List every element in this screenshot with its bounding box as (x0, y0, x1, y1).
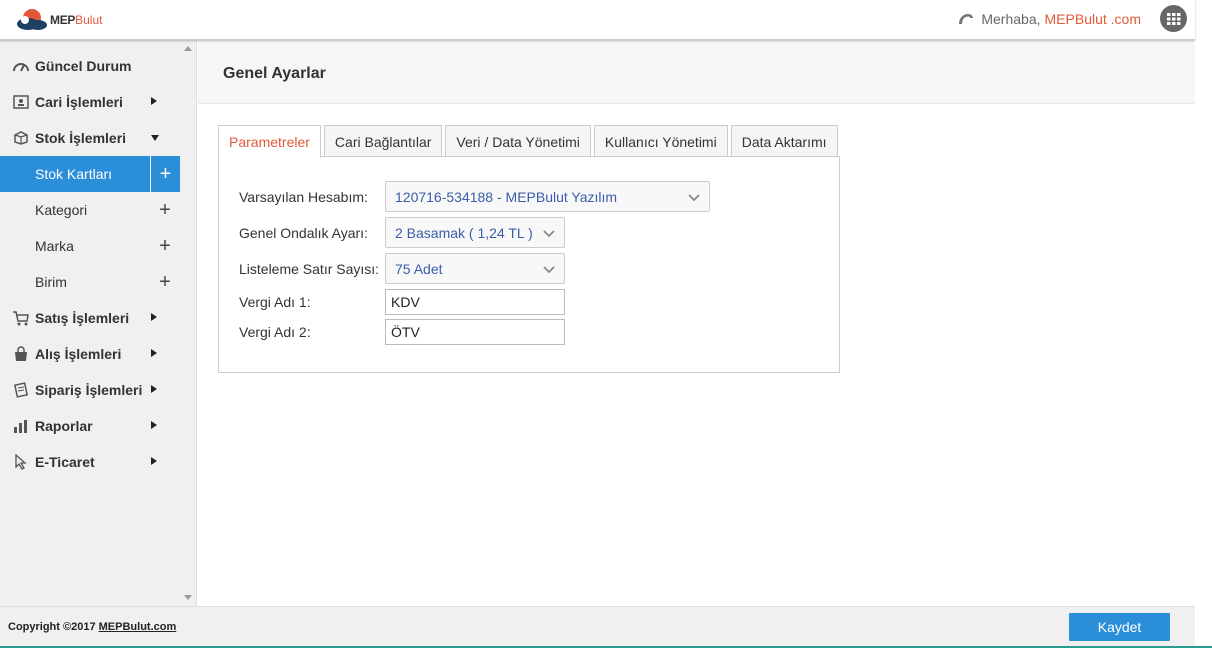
tax1-row: Vergi Adı 1: KDV (239, 289, 565, 315)
nav-stok-islemleri[interactable]: Stok İşlemleri (0, 120, 180, 156)
save-button[interactable]: Kaydet (1069, 613, 1170, 641)
cart-icon (12, 310, 30, 326)
add-stok-karti-button[interactable]: + (150, 156, 180, 192)
subnav-label: Marka (35, 238, 74, 254)
subnav-marka[interactable]: Marka + (0, 228, 180, 264)
settings-tabs: Parametreler Cari Bağlantılar Veri / Dat… (218, 125, 841, 158)
grid-icon (1166, 12, 1180, 25)
caret-down-icon (151, 135, 159, 141)
cloud-logo-icon (17, 9, 47, 30)
chevron-down-icon (688, 194, 700, 202)
default-account-label: Varsayılan Hesabım: (239, 188, 368, 205)
user-greeting[interactable]: Merhaba, MEPBulut .com (957, 11, 1141, 27)
default-account-value: 120716-534188 - MEPBulut Yazılım (395, 188, 618, 205)
user-name: MEPBulut .com (1044, 11, 1141, 27)
tab-parametreler[interactable]: Parametreler (218, 125, 321, 158)
nav-label: E-Ticaret (35, 454, 95, 470)
tab-data-aktarimi[interactable]: Data Aktarımı (730, 125, 838, 157)
copyright-link[interactable]: MEPBulut.com (99, 621, 177, 633)
sidebar-scrollbar[interactable] (180, 40, 197, 606)
page-header: Genel Ayarlar (198, 40, 1195, 104)
default-account-select[interactable]: 120716-534188 - MEPBulut Yazılım (385, 181, 710, 212)
row-count-value: 75 Adet (395, 260, 443, 277)
page-title: Genel Ayarlar (223, 65, 326, 82)
nav-guncel-durum[interactable]: Güncel Durum (0, 48, 180, 84)
top-bar: MEPBulut Merhaba, MEPBulut .com (0, 0, 1195, 40)
decimal-select[interactable]: 2 Basamak ( 1,24 TL ) (385, 217, 565, 248)
tab-veri-data-yonetimi[interactable]: Veri / Data Yönetimi (445, 125, 591, 157)
add-birim-button[interactable]: + (150, 264, 180, 300)
tax2-input[interactable]: ÖTV (385, 319, 565, 345)
order-note-icon (12, 382, 30, 398)
parameters-panel: Varsayılan Hesabım: 120716-534188 - MEPB… (218, 156, 840, 373)
greeting-text: Merhaba, (981, 11, 1041, 27)
caret-right-icon (151, 421, 157, 429)
caret-right-icon (151, 97, 157, 105)
nav-e-ticaret[interactable]: E-Ticaret (0, 444, 180, 480)
chevron-down-icon (543, 230, 555, 238)
box-icon (12, 130, 30, 146)
tax2-label: Vergi Adı 2: (239, 324, 311, 340)
add-marka-button[interactable]: + (150, 228, 180, 264)
decimal-value: 2 Basamak ( 1,24 TL ) (395, 224, 533, 241)
nav-label: Satış İşlemleri (35, 310, 130, 326)
row-count-select[interactable]: 75 Adet (385, 253, 565, 284)
nav-raporlar[interactable]: Raporlar (0, 408, 180, 444)
subnav-label: Birim (35, 274, 67, 290)
brand-name: MEPBulut (50, 13, 103, 27)
caret-right-icon (151, 313, 157, 321)
shopping-bag-icon (12, 346, 30, 362)
caret-right-icon (151, 457, 157, 465)
bar-chart-icon (12, 418, 30, 434)
sidebar: Güncel Durum Cari İşlemleri Stok İşlemle… (0, 40, 180, 606)
speedometer-icon (12, 58, 30, 74)
caret-right-icon (151, 349, 157, 357)
apps-menu-button[interactable] (1160, 5, 1187, 32)
decimal-row: Genel Ondalık Ayarı: 2 Basamak ( 1,24 TL… (239, 217, 565, 248)
tax1-input[interactable]: KDV (385, 289, 565, 315)
tax1-label: Vergi Adı 1: (239, 294, 311, 310)
nav-label: Cari İşlemleri (35, 94, 123, 110)
scroll-up-icon[interactable] (184, 46, 192, 51)
nav-satis-islemleri[interactable]: Satış İşlemleri (0, 300, 180, 336)
footer: Copyright ©2017 MEPBulut.com Kaydet (0, 606, 1195, 648)
scroll-down-icon[interactable] (184, 595, 192, 600)
cursor-icon (12, 454, 30, 470)
caret-right-icon (151, 385, 157, 393)
main-content: Genel Ayarlar Parametreler Cari Bağlantı… (198, 40, 1195, 606)
nav-label: Sipariş İşlemleri (35, 382, 143, 398)
nav-label: Güncel Durum (35, 58, 132, 74)
page-scrollbar[interactable] (1195, 0, 1212, 648)
add-kategori-button[interactable]: + (150, 192, 180, 228)
row-count-label: Listeleme Satır Sayısı: (239, 260, 380, 277)
brand-logo[interactable]: MEPBulut (16, 6, 102, 34)
subnav-kategori[interactable]: Kategori + (0, 192, 180, 228)
nav-label: Raporlar (35, 418, 93, 434)
default-account-row: Varsayılan Hesabım: 120716-534188 - MEPB… (239, 181, 710, 212)
nav-label: Stok İşlemleri (35, 130, 127, 146)
nav-cari-islemleri[interactable]: Cari İşlemleri (0, 84, 180, 120)
contact-card-icon (12, 94, 30, 110)
nav-siparis-islemleri[interactable]: Sipariş İşlemleri (0, 372, 180, 408)
tab-kullanici-yonetimi[interactable]: Kullanıcı Yönetimi (593, 125, 728, 157)
tax2-row: Vergi Adı 2: ÖTV (239, 319, 565, 345)
nav-alis-islemleri[interactable]: Alış İşlemleri (0, 336, 180, 372)
copyright: Copyright ©2017 MEPBulut.com (8, 621, 176, 633)
chevron-down-icon (543, 266, 555, 274)
subnav-birim[interactable]: Birim + (0, 264, 180, 300)
subnav-label: Kategori (35, 202, 88, 218)
copyright-text: Copyright ©2017 (8, 621, 96, 633)
waving-hand-icon (959, 14, 974, 24)
decimal-label: Genel Ondalık Ayarı: (239, 224, 368, 241)
row-count-row: Listeleme Satır Sayısı: 75 Adet (239, 253, 565, 284)
tab-cari-baglantilar[interactable]: Cari Bağlantılar (323, 125, 443, 157)
nav-label: Alış İşlemleri (35, 346, 122, 362)
subnav-label: Stok Kartları (35, 166, 113, 182)
subnav-stok-kartlari[interactable]: Stok Kartları + (0, 156, 180, 192)
